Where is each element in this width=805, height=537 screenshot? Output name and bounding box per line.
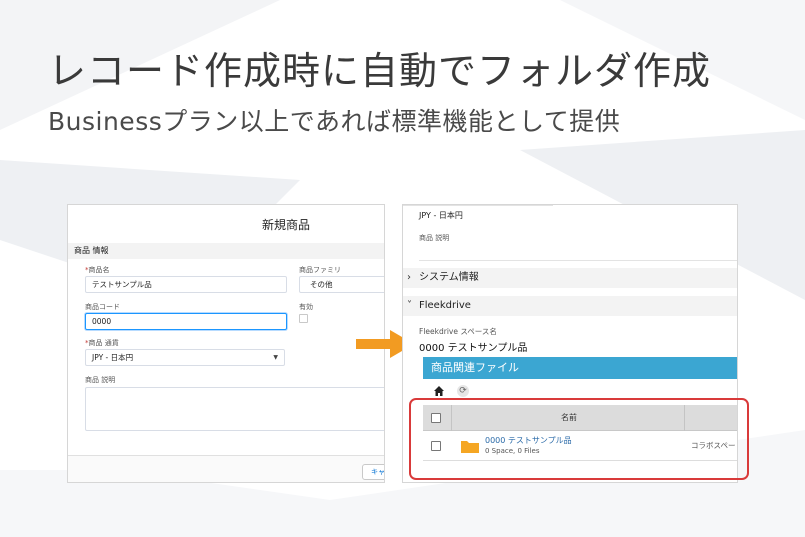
new-product-form: 新規商品 商品 情報 *商品名 テストサンプル品 商品ファミリ その他 商品コー… <box>67 204 385 483</box>
chevron-down-icon: ▼ <box>273 354 278 361</box>
product-family-label: 商品ファミリ <box>299 266 341 274</box>
active-label: 有効 <box>299 303 313 311</box>
space-name-label: Fleekdrive スペース名 <box>419 327 497 336</box>
subheadline: Businessプラン以上であれば標準機能として提供 <box>48 107 621 136</box>
description-textarea[interactable] <box>85 387 384 431</box>
section-product-info: 商品 情報 <box>68 243 384 259</box>
description-label: 商品 説明 <box>419 234 450 242</box>
section-fleekdrive[interactable]: ˅ Fleekdrive <box>403 296 737 316</box>
cancel-button[interactable]: キャ <box>362 464 384 480</box>
product-code-input[interactable]: 0000 <box>85 313 287 330</box>
active-checkbox[interactable] <box>299 314 308 323</box>
currency-label: *商品 通貨 <box>85 339 119 347</box>
home-icon[interactable] <box>433 385 445 397</box>
form-title: 新規商品 <box>261 218 310 232</box>
space-name-value: 0000 テストサンプル品 <box>419 343 528 354</box>
headline: レコード作成時に自動でフォルダ作成 <box>48 49 712 93</box>
chevron-right-icon: › <box>407 272 411 283</box>
refresh-icon[interactable]: ⟳ <box>457 385 469 397</box>
product-code-label: 商品コード <box>85 303 120 311</box>
product-name-label: *商品名 <box>85 266 110 274</box>
product-family-select[interactable]: その他 <box>299 276 384 293</box>
related-files-header: 商品関連ファイル <box>423 357 737 379</box>
highlight-box <box>409 398 749 480</box>
currency-select-value: JPY - 日本円 <box>92 353 134 362</box>
chevron-down-icon: ˅ <box>407 300 412 311</box>
description-label: 商品 説明 <box>85 376 116 384</box>
section-system-info[interactable]: › システム情報 <box>403 268 737 288</box>
product-name-input[interactable]: テストサンプル品 <box>85 276 287 293</box>
form-footer: キャ <box>68 455 384 482</box>
currency-value: JPY - 日本円 <box>419 211 463 220</box>
currency-select[interactable]: JPY - 日本円 ▼ <box>85 349 285 366</box>
